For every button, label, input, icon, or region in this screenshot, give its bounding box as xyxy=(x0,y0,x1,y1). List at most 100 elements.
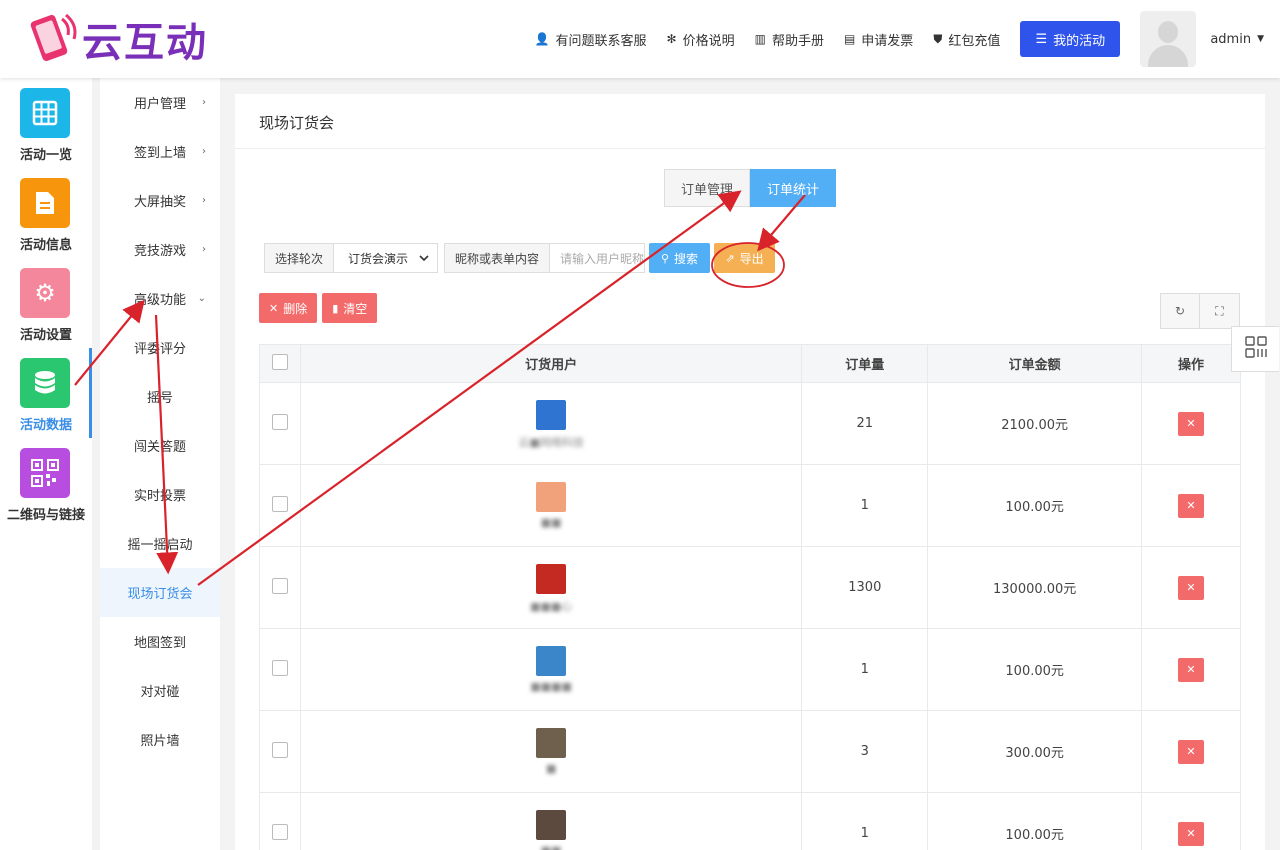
top-nav: 👤 有问题联系客服 ✻ 价格说明 ▥ 帮助手册 ▤ 申请发票 ⛊ 红包充值 ☰ … xyxy=(535,0,1280,78)
delete-row-button[interactable]: ✕ xyxy=(1178,493,1205,518)
database-icon xyxy=(20,358,70,408)
rail-label: 活动一览 xyxy=(19,148,72,163)
submenu-quiz[interactable]: 闯关答题 xyxy=(100,421,220,470)
submenu-user-management[interactable]: 用户管理 › xyxy=(100,78,220,127)
submenu-match[interactable]: 对对碰 xyxy=(100,666,220,715)
export-icon: ⇗ xyxy=(725,251,735,265)
search-button-label: 搜索 xyxy=(674,251,699,266)
orders-table: 订货用户 订单量 订单金额 操作 云■网络科技 21 2100.00元 ✕ ■■… xyxy=(259,344,1241,850)
row-checkbox[interactable] xyxy=(271,577,288,594)
col-user: 订货用户 xyxy=(299,344,803,383)
row-checkbox[interactable] xyxy=(271,495,288,512)
topnav-recharge[interactable]: ⛊ 红包充值 xyxy=(933,30,1000,49)
refresh-button[interactable]: ↻ xyxy=(1160,293,1200,329)
fullscreen-button[interactable]: ⛶ xyxy=(1200,293,1240,329)
delete-row-button[interactable]: ✕ xyxy=(1178,575,1205,600)
main-panel: 现场订货会 订单管理 订单统计 选择轮次 订货会演示 昵称或表单内容 请输入用户… xyxy=(235,94,1265,850)
submenu-shake-start[interactable]: 摇一摇启动 xyxy=(100,519,220,568)
rail-item-data[interactable]: 活动数据 xyxy=(0,348,92,438)
user-avatar xyxy=(536,809,567,840)
submenu-order-meeting[interactable]: 现场订货会 xyxy=(100,568,220,617)
page-title: 现场订货会 xyxy=(259,114,335,132)
rail-item-settings[interactable]: ⚙ 活动设置 xyxy=(0,258,92,348)
rail-item-qrcode[interactable]: 二维码与链接 xyxy=(0,438,92,528)
export-button[interactable]: ⇗ 导出 xyxy=(714,243,776,273)
row-checkbox[interactable] xyxy=(271,659,288,676)
close-icon: ✕ xyxy=(1186,581,1196,594)
rail-label: 二维码与链接 xyxy=(6,508,85,523)
user-avatar[interactable] xyxy=(1140,11,1197,67)
topnav-support[interactable]: 👤 有问题联系客服 xyxy=(535,30,647,49)
user-avatar xyxy=(536,645,567,676)
round-select[interactable]: 订货会演示 xyxy=(334,243,439,273)
tab-order-management[interactable]: 订单管理 xyxy=(664,169,750,207)
user-cell: 云■网络科技 xyxy=(299,382,803,465)
user-menu[interactable]: admin ▼ xyxy=(1210,32,1264,47)
chevron-right-icon: › xyxy=(202,146,206,157)
submenu-label: 实时投票 xyxy=(133,489,186,504)
delete-row-button[interactable]: ✕ xyxy=(1178,657,1205,682)
op-cell: ✕ xyxy=(1141,464,1241,547)
document-icon xyxy=(20,178,70,228)
submenu-games[interactable]: 竞技游戏 › xyxy=(100,225,220,274)
clear-button[interactable]: ▮ 清空 xyxy=(322,293,378,323)
row-checkbox[interactable] xyxy=(271,741,288,758)
submenu-voting[interactable]: 实时投票 xyxy=(100,470,220,519)
amount-cell: 100.00元 xyxy=(927,464,1143,547)
brand-logo[interactable]: 云互动 xyxy=(22,10,208,68)
submenu-map-checkin[interactable]: 地图签到 xyxy=(100,617,220,666)
rail-item-overview[interactable]: 活动一览 xyxy=(0,78,92,168)
export-button-label: 导出 xyxy=(739,251,764,266)
row-check-cell xyxy=(259,710,301,793)
qty-cell: 21 xyxy=(801,382,929,465)
icon-rail: 活动一览 活动信息 ⚙ 活动设置 活动数据 二维码与链接 xyxy=(0,78,92,850)
round-label: 选择轮次 xyxy=(264,243,335,273)
delete-row-button[interactable]: ✕ xyxy=(1178,411,1205,436)
keyword-input[interactable]: 请输入用户昵称 xyxy=(550,243,646,273)
table-row: ■ 3 300.00元 ✕ xyxy=(259,710,1241,793)
table-row: 云■网络科技 21 2100.00元 ✕ xyxy=(259,382,1241,465)
table-row: ■■■■ 1 100.00元 ✕ xyxy=(259,628,1241,711)
topnav-help-label: 帮助手册 xyxy=(771,33,824,49)
row-check-cell xyxy=(259,464,301,547)
my-activity-label: 我的活动 xyxy=(1053,33,1106,49)
submenu-label: 地图签到 xyxy=(133,636,186,651)
submenu-photo-wall[interactable]: 照片墙 xyxy=(100,715,220,764)
row-checkbox[interactable] xyxy=(271,823,288,840)
topnav-pricing[interactable]: ✻ 价格说明 xyxy=(667,30,735,49)
fullscreen-icon: ⛶ xyxy=(1215,303,1224,318)
caret-down-icon: ▼ xyxy=(1257,34,1264,44)
select-all-checkbox[interactable] xyxy=(271,353,288,370)
book-icon: ▥ xyxy=(754,32,766,46)
search-button[interactable]: ⚲ 搜索 xyxy=(649,243,711,273)
tab-order-statistics[interactable]: 订单统计 xyxy=(750,169,836,207)
delete-button[interactable]: ✕ 删除 xyxy=(259,293,318,323)
submenu-label: 闯关答题 xyxy=(133,440,186,455)
delete-row-button[interactable]: ✕ xyxy=(1178,739,1205,764)
qty-cell: 1 xyxy=(801,628,929,711)
submenu-label: 竞技游戏 xyxy=(133,244,186,259)
submenu-number-draw[interactable]: 摇号 xyxy=(100,372,220,421)
topnav-help[interactable]: ▥ 帮助手册 xyxy=(755,30,824,49)
user-name: ■■■心 xyxy=(530,599,573,612)
amount-cell: 300.00元 xyxy=(927,710,1143,793)
chevron-right-icon: › xyxy=(202,195,206,206)
submenu-advanced[interactable]: 高级功能 ⌄ xyxy=(100,274,220,323)
search-icon: ⚲ xyxy=(660,251,670,265)
row-checkbox[interactable] xyxy=(271,413,288,430)
user-cell: ■■■心 xyxy=(299,546,803,629)
trash-icon: ▮ xyxy=(332,301,339,315)
col-amount: 订单金额 xyxy=(927,344,1143,383)
my-activity-button[interactable]: ☰ 我的活动 xyxy=(1020,21,1121,57)
floating-qrcode-tab[interactable] xyxy=(1231,326,1279,372)
topnav-invoice[interactable]: ▤ 申请发票 xyxy=(844,30,913,49)
submenu-lottery[interactable]: 大屏抽奖 › xyxy=(100,176,220,225)
submenu-judging[interactable]: 评委评分 xyxy=(100,323,220,372)
col-qty: 订单量 xyxy=(801,344,929,383)
order-tabs: 订单管理 订单统计 xyxy=(664,169,836,207)
submenu-checkin-wall[interactable]: 签到上墙 › xyxy=(100,127,220,176)
delete-row-button[interactable]: ✕ xyxy=(1178,821,1205,846)
table-header-row: 订货用户 订单量 订单金额 操作 xyxy=(259,344,1241,383)
rail-item-info[interactable]: 活动信息 xyxy=(0,168,92,258)
submenu-label: 照片墙 xyxy=(140,734,180,749)
